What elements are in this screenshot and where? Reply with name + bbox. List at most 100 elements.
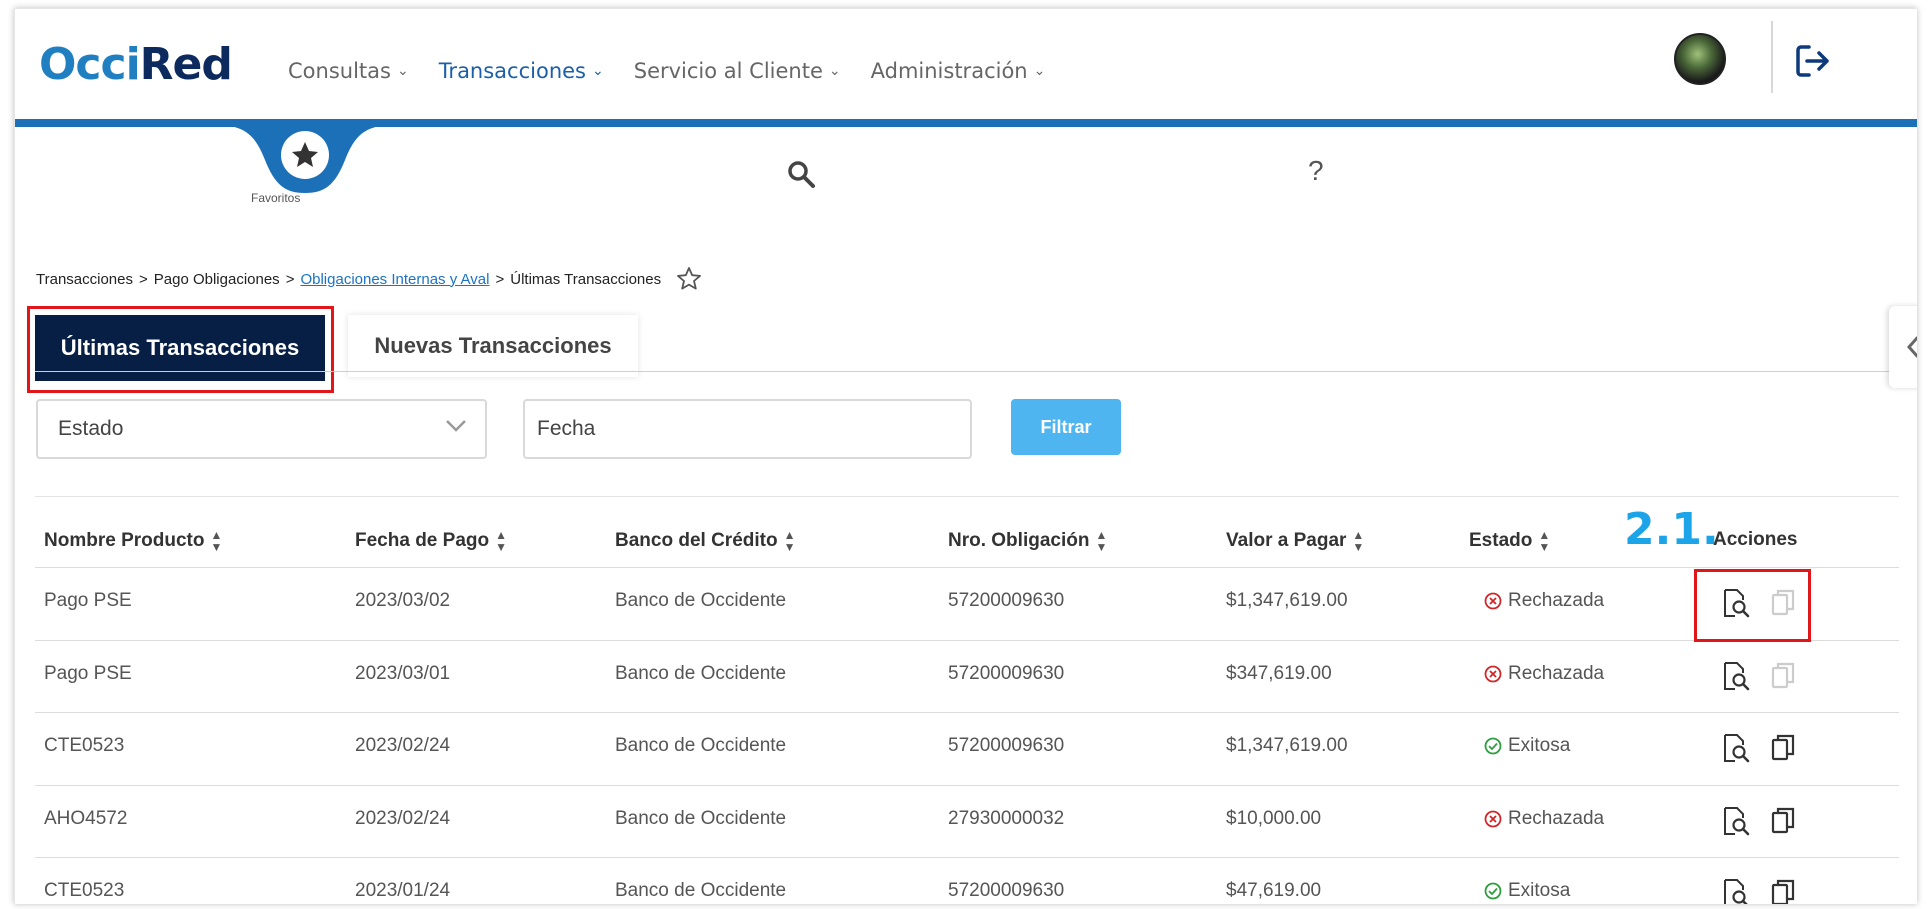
cell-amount: $10,000.00 xyxy=(1226,807,1322,829)
tab-highlight-box xyxy=(27,306,334,393)
cell-product: Pago PSE xyxy=(44,590,132,611)
tabs-divider xyxy=(35,371,1899,372)
view-details-icon[interactable] xyxy=(1719,877,1751,904)
cell-date: 2023/02/24 xyxy=(355,807,451,829)
breadcrumb-link[interactable]: Obligaciones Internas y Aval xyxy=(300,271,489,288)
chevron-down-icon: ⌄ xyxy=(1033,63,1046,79)
cell-product: AHO4572 xyxy=(44,807,128,829)
breadcrumb-separator: > xyxy=(139,270,148,288)
col-header-date[interactable]: Fecha de Pago ▲ ▼ xyxy=(355,529,507,553)
success-icon xyxy=(1484,737,1502,755)
col-header-label: Fecha de Pago xyxy=(355,530,490,551)
cell-status: Rechazada xyxy=(1484,663,1604,685)
col-header-label: Nombre Producto xyxy=(44,530,205,551)
search-icon[interactable] xyxy=(786,159,816,189)
sort-icon: ▲ ▼ xyxy=(1352,528,1365,554)
cell-date: 2023/01/24 xyxy=(355,880,451,901)
nav-transacciones[interactable]: Transacciones ⌄ xyxy=(439,59,604,83)
nav-administracion[interactable]: Administración ⌄ xyxy=(871,59,1046,83)
app-window: OcciRed Consultas ⌄ Transacciones ⌄ Servic… xyxy=(14,8,1917,904)
cell-bank: Banco de Occidente xyxy=(615,662,787,684)
row-divider xyxy=(35,639,1899,641)
top-header: OcciRed Consultas ⌄ Transacciones ⌄ Servic… xyxy=(15,9,1917,119)
col-header-bank[interactable]: Banco del Crédito ▲ ▼ xyxy=(615,529,795,553)
cell-obligation: 57200009630 xyxy=(948,735,1065,756)
cell-status: Rechazada xyxy=(1484,808,1604,830)
view-details-icon[interactable] xyxy=(1719,805,1751,842)
cell-obligation: 57200009630 xyxy=(948,880,1065,901)
status-text: Rechazada xyxy=(1508,590,1605,611)
status-text: Exitosa xyxy=(1508,880,1571,901)
cell-amount: $47,619.00 xyxy=(1226,880,1322,901)
copy-icon[interactable] xyxy=(1767,732,1799,769)
nav-consultas[interactable]: Consultas ⌄ xyxy=(288,59,409,83)
cell-product: CTE0523 xyxy=(44,880,125,901)
chevron-down-icon: ⌄ xyxy=(396,63,409,79)
actions-highlight-box xyxy=(1694,569,1811,642)
sort-icon: ▲ ▼ xyxy=(210,528,223,554)
copy-icon[interactable] xyxy=(1767,805,1799,842)
col-header-label: Nro. Obligación xyxy=(948,530,1090,551)
nav-label: Servicio al Cliente xyxy=(633,59,823,83)
cell-date: 2023/02/24 xyxy=(355,735,451,756)
status-text: Exitosa xyxy=(1508,735,1571,756)
cell-bank: Banco de Occidente xyxy=(615,590,787,611)
copy-icon[interactable] xyxy=(1767,877,1799,904)
nav-label: Transacciones xyxy=(438,59,586,83)
col-header-actions: Acciones xyxy=(1713,529,1797,551)
chevron-down-icon xyxy=(446,420,466,432)
breadcrumb-item[interactable]: Transacciones xyxy=(36,271,133,288)
col-header-amount[interactable]: Valor a Pagar ▲ ▼ xyxy=(1226,529,1364,553)
chevron-down-icon: ⌄ xyxy=(828,63,841,79)
cell-status: Exitosa xyxy=(1484,880,1570,902)
favorites-tab[interactable] xyxy=(215,125,395,195)
sort-icon: ▲ ▼ xyxy=(1095,528,1108,554)
row-actions xyxy=(1719,877,1799,904)
main-nav: Consultas ⌄ Transacciones ⌄ Servicio al Cl… xyxy=(288,59,1045,83)
logo-part-1: Occi xyxy=(39,39,141,90)
star-icon[interactable] xyxy=(675,265,703,293)
avatar[interactable] xyxy=(1674,33,1726,85)
success-icon xyxy=(1484,882,1502,900)
breadcrumb-current: Últimas Transacciones xyxy=(510,270,662,288)
status-text: Rechazada xyxy=(1508,807,1605,829)
breadcrumb-separator: > xyxy=(285,270,295,288)
row-divider xyxy=(35,712,1899,713)
row-divider xyxy=(35,784,1899,786)
nav-servicio-cliente[interactable]: Servicio al Cliente ⌄ xyxy=(634,59,841,83)
breadcrumb-item[interactable]: Pago Obligaciones xyxy=(154,271,280,288)
col-header-label: Valor a Pagar xyxy=(1226,530,1347,551)
row-actions xyxy=(1719,660,1799,697)
col-header-product[interactable]: Nombre Producto ▲ ▼ xyxy=(44,529,222,553)
cell-status: Rechazada xyxy=(1484,590,1604,612)
logo-part-2: Red xyxy=(139,39,233,90)
status-select[interactable]: Estado xyxy=(36,399,487,459)
cell-amount: $1,347,619.00 xyxy=(1226,735,1348,756)
row-divider xyxy=(35,567,1899,568)
col-header-label: Estado xyxy=(1469,530,1533,551)
col-header-status[interactable]: Estado ▲ ▼ xyxy=(1469,529,1550,553)
row-actions xyxy=(1719,805,1799,842)
breadcrumb: Transacciones > Pago Obligaciones > Obli… xyxy=(36,265,703,293)
cell-amount: $347,619.00 xyxy=(1226,662,1332,684)
table-top-border xyxy=(35,496,1899,497)
cell-product: CTE0523 xyxy=(44,735,125,756)
tab-nuevas-transacciones[interactable]: Nuevas Transacciones xyxy=(348,315,638,377)
view-details-icon[interactable] xyxy=(1719,660,1751,697)
status-select-value: Estado xyxy=(58,417,124,440)
logo[interactable]: OcciRed xyxy=(39,39,233,90)
logout-icon[interactable] xyxy=(1793,41,1833,81)
filter-button[interactable]: Filtrar xyxy=(1011,399,1121,455)
breadcrumb-separator: > xyxy=(495,270,505,288)
help-icon[interactable]: ? xyxy=(1308,155,1324,187)
view-details-icon[interactable] xyxy=(1719,732,1751,769)
rejected-icon xyxy=(1484,592,1502,610)
cell-bank: Banco de Occidente xyxy=(615,807,787,829)
col-header-obligation[interactable]: Nro. Obligación ▲ ▼ xyxy=(948,529,1107,553)
sort-icon: ▲ ▼ xyxy=(783,528,796,554)
cell-status: Exitosa xyxy=(1484,735,1570,757)
date-input[interactable] xyxy=(523,399,972,459)
cell-bank: Banco de Occidente xyxy=(615,735,787,756)
copy-icon xyxy=(1767,660,1799,697)
side-panel-toggle[interactable] xyxy=(1889,306,1917,388)
